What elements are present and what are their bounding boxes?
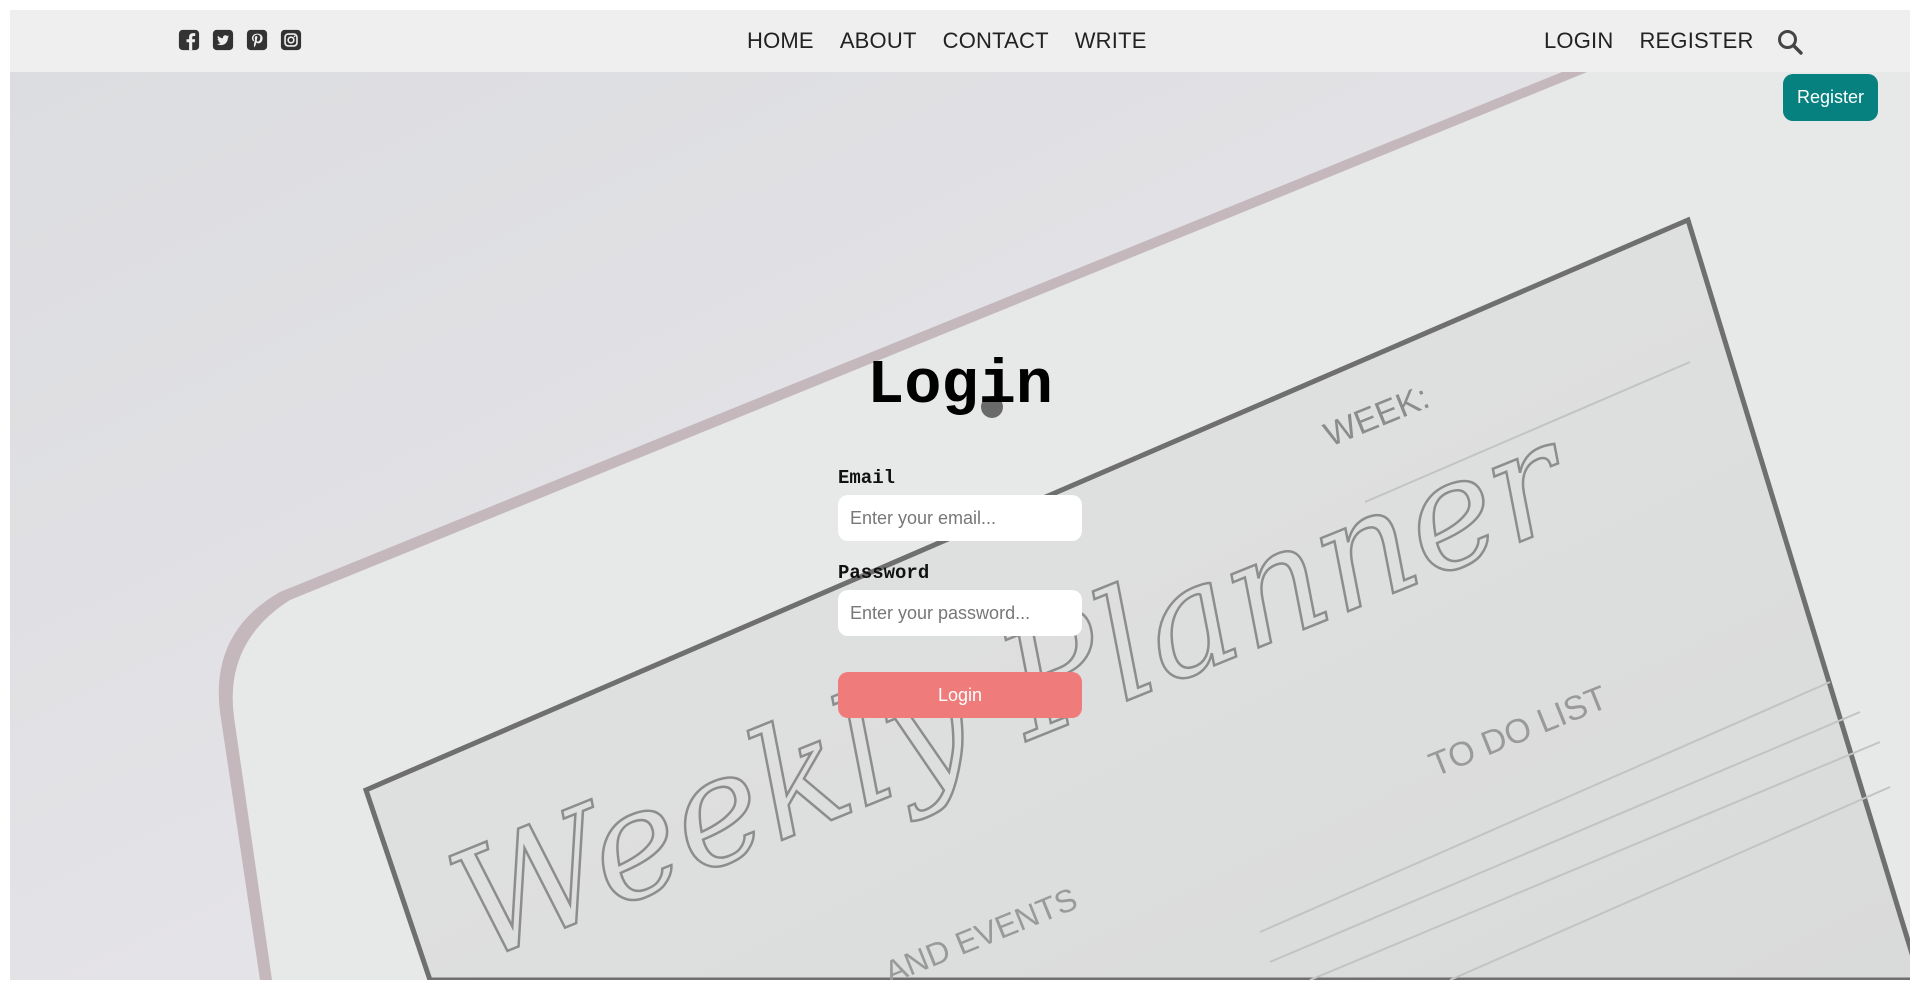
social-links bbox=[178, 29, 302, 51]
email-input[interactable] bbox=[838, 495, 1082, 541]
nav-register-link[interactable]: REGISTER bbox=[1639, 28, 1753, 54]
login-submit-button[interactable]: Login bbox=[838, 672, 1082, 718]
password-input[interactable] bbox=[838, 590, 1082, 636]
facebook-icon[interactable] bbox=[178, 29, 200, 51]
instagram-icon[interactable] bbox=[280, 29, 302, 51]
search-icon[interactable] bbox=[1776, 28, 1804, 56]
auth-nav: LOGIN REGISTER bbox=[1544, 10, 1754, 72]
page-frame: WEEK: TO DO LIST AND EVENTS Weekly Plann… bbox=[10, 10, 1910, 980]
nav-write-link[interactable]: WRITE bbox=[1075, 28, 1147, 54]
register-button[interactable]: Register bbox=[1782, 74, 1878, 121]
nav-login-link[interactable]: LOGIN bbox=[1544, 28, 1613, 54]
twitter-icon[interactable] bbox=[212, 29, 234, 51]
top-navbar: HOME ABOUT CONTACT WRITE LOGIN REGISTER bbox=[10, 10, 1910, 72]
password-label: Password bbox=[838, 562, 930, 584]
nav-about-link[interactable]: ABOUT bbox=[840, 28, 917, 54]
nav-home-link[interactable]: HOME bbox=[747, 28, 814, 54]
email-label: Email bbox=[838, 467, 896, 489]
pinterest-icon[interactable] bbox=[246, 29, 268, 51]
nav-contact-link[interactable]: CONTACT bbox=[943, 28, 1049, 54]
main-nav: HOME ABOUT CONTACT WRITE bbox=[747, 10, 1147, 72]
login-title: Login bbox=[866, 350, 1054, 421]
